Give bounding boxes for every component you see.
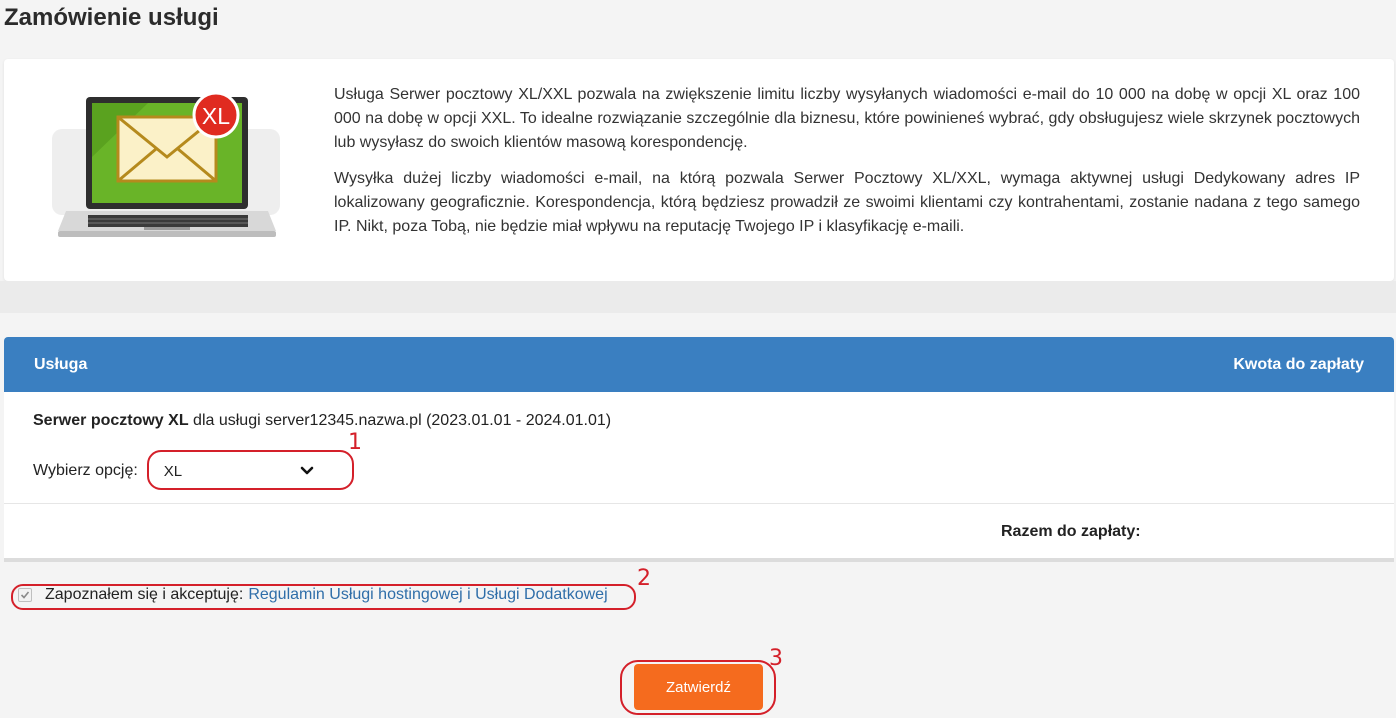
table-header: Usługa Kwota do zapłaty <box>4 337 1394 392</box>
service-row: Serwer pocztowy XL dla usługi server1234… <box>33 412 611 430</box>
annotation-number-2: 2 <box>637 566 651 591</box>
option-select-value: XL <box>163 462 183 480</box>
page-title: Zamówienie usługi <box>4 4 219 31</box>
header-amount: Kwota do zapłaty <box>1233 355 1364 373</box>
option-label: Wybierz opcję: <box>33 462 138 479</box>
service-description: dla usługi server12345.nazwa.pl (2023.01… <box>188 412 612 429</box>
intro-paragraph-1: Usługa Serwer pocztowy XL/XXL pozwala na… <box>334 86 1360 151</box>
service-name: Serwer pocztowy XL <box>33 412 189 429</box>
terms-row: Zapoznałem się i akceptuję: Regulamin Us… <box>18 586 608 604</box>
annotation-number-3: 3 <box>769 646 783 671</box>
intro-paragraph-2: Wysyłka dużej liczby wiadomości e-mail, … <box>334 170 1360 235</box>
option-row: Wybierz opcję: XL <box>33 455 328 487</box>
terms-label: Zapoznałem się i akceptuję: <box>45 586 244 603</box>
annotation-number-1: 1 <box>348 430 362 455</box>
option-select[interactable]: XL <box>145 455 328 487</box>
order-table: Usługa Kwota do zapłaty Serwer pocztowy … <box>4 337 1394 562</box>
submit-button[interactable]: Zatwierdź <box>634 664 763 710</box>
intro-card: XL Usługa Serwer pocztowy XL/XXL pozwala… <box>4 59 1394 281</box>
intro-description: Usługa Serwer pocztowy XL/XXL pozwala na… <box>334 83 1360 239</box>
header-service: Usługa <box>34 355 88 373</box>
divider <box>4 503 1394 504</box>
checkmark-icon <box>20 591 30 599</box>
terms-checkbox[interactable] <box>18 588 32 602</box>
xl-badge-text: XL <box>201 103 231 129</box>
section-separator <box>0 281 1396 313</box>
total-label: Razem do zapłaty: <box>1001 523 1141 540</box>
terms-link[interactable]: Regulamin Usługi hostingowej i Usługi Do… <box>248 586 607 604</box>
laptop-mail-xl-icon: XL <box>48 87 284 267</box>
chevron-down-icon <box>300 463 314 480</box>
